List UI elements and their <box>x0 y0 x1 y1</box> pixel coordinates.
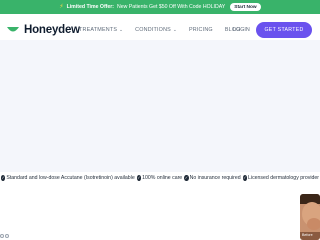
nav-treatments-label: TREATMENTS <box>79 27 118 33</box>
start-now-button[interactable]: Start Now <box>230 3 261 11</box>
promo-text: New Patients Get $50 Off With Code HOLID… <box>117 4 226 10</box>
hero-section <box>0 40 320 172</box>
promo-banner: ⚡ Limited Time Offer: New Patients Get $… <box>0 0 320 14</box>
lightning-icon: ⚡ <box>59 4 64 10</box>
feature-ticker: ✓ Standard and low-dose Accutane (Isotre… <box>0 172 320 184</box>
nav-conditions[interactable]: CONDITIONS ⌄ <box>135 27 177 33</box>
ticker-item: No insurance required <box>189 175 241 181</box>
brand-name: Honeydew <box>24 24 80 36</box>
check-icon: ✓ <box>1 175 6 181</box>
nav-pricing-label: PRICING <box>188 27 213 33</box>
brand-logo[interactable]: Honeydew <box>6 24 80 36</box>
nav-conditions-label: CONDITIONS <box>135 27 171 33</box>
ticker-item: 100% online care <box>142 175 183 181</box>
ticker-item: Standard and low-dose Accutane (Isotreti… <box>6 175 135 181</box>
promo-lead: Limited Time Offer: <box>66 4 115 10</box>
before-photo: Before <box>300 194 320 240</box>
nav-pricing[interactable]: PRICING <box>189 27 213 33</box>
ticker-item: Licensed dermatology provider <box>248 175 319 181</box>
login-link[interactable]: LOGIN <box>233 27 250 33</box>
chevron-down-icon: ⌄ <box>119 27 124 32</box>
honeydew-logo-icon <box>7 27 19 32</box>
get-started-button[interactable]: GET STARTED <box>256 22 312 38</box>
before-label: Before <box>302 233 313 237</box>
nav-treatments[interactable]: TREATMENTS ⌄ <box>79 27 123 33</box>
chevron-down-icon: ⌄ <box>172 27 177 32</box>
check-icon: ✓ <box>242 175 248 181</box>
slider-dot[interactable] <box>0 234 4 238</box>
check-icon: ✓ <box>136 175 142 181</box>
slider-dot[interactable] <box>5 234 9 238</box>
check-icon: ✓ <box>184 175 189 181</box>
slider-dots <box>0 234 10 240</box>
